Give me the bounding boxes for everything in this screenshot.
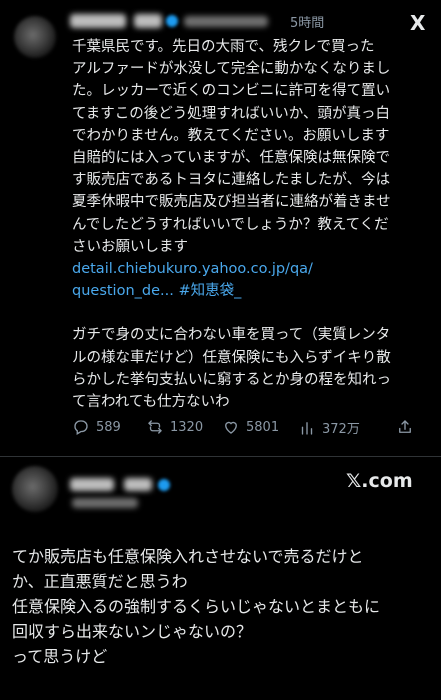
like-count: 5801 [246, 419, 280, 435]
post-comment-line: らかした挙句支払いに窮するとか身の程を知れっ [72, 371, 391, 388]
x-logo-icon: X [410, 11, 426, 35]
share-button[interactable] [396, 418, 414, 436]
view-count: 372万 [322, 422, 360, 437]
reply-avatar[interactable] [12, 466, 58, 512]
post-body-line: んでしたどうすればいいでしょうか？教えてくだ [72, 216, 389, 233]
author-name2-blurred[interactable] [134, 14, 162, 28]
share-icon [399, 420, 411, 433]
post-body-line: 夏季休暇中で販売店及び担当者に連絡が着きませ [72, 194, 391, 211]
reply-line: てか販売店も任意保険入れさせないで売るだけと [12, 547, 364, 566]
post-link[interactable]: detail.chiebukuro.yahoo.co.jp/qa/ [72, 258, 391, 280]
views-button[interactable]: 372万 [298, 418, 360, 437]
x-com-brand[interactable]: 𝕏.com [346, 472, 413, 491]
author-handle-blurred[interactable] [184, 16, 268, 27]
post-body-line: 千葉県民です。先日の大雨で、残クレで買った [72, 39, 375, 55]
post-comment-line: ガチで身の丈に合わない車を買って（実質レンタ [72, 327, 391, 344]
post-body-line: さいお願いします [72, 238, 188, 255]
reply-button[interactable]: 589 [72, 418, 121, 436]
post-body-line: でわかりません。教えてください。お願いします [72, 127, 390, 144]
reply-verified-badge-icon [158, 479, 170, 491]
heart-icon [225, 421, 237, 434]
section-divider [0, 456, 441, 457]
post-body: 千葉県民です。先日の大雨で、残クレで買った アルファードが水没して完全に動かなく… [72, 36, 391, 413]
reply-author-name-blurred[interactable] [70, 478, 114, 491]
reply-line: 回収すら出来ないンじゃないの？ [12, 622, 253, 641]
reply-body: てか販売店も任意保険入れさせないで売るだけと か、正直悪質だと思うわ 任意保険入… [12, 544, 380, 669]
repost-button[interactable]: 1320 [146, 418, 203, 436]
post-body-line: 自賠的には入っていますが、任意保険は無保険で [72, 150, 390, 167]
post-link[interactable]: question_de... #知恵袋_ [72, 280, 391, 302]
repost-count: 1320 [170, 419, 204, 435]
post-body-line: てますこの後どう処理すればいいか、頭が真っ白 [72, 105, 390, 122]
avatar[interactable] [14, 16, 56, 58]
like-button[interactable]: 5801 [222, 418, 279, 436]
reply-line: 任意保険入るの強制するくらいじゃないとまともに [12, 597, 381, 616]
reply-count: 589 [96, 419, 121, 435]
post-time[interactable]: 5時間 [290, 12, 324, 31]
repost-icon [148, 420, 162, 434]
author-name-blurred[interactable] [70, 14, 126, 28]
verified-badge-icon [166, 15, 178, 27]
reply-line: って思うけど [12, 647, 108, 666]
post-body-line: す販売店であるトヨタに連絡したましたが、今は [72, 172, 391, 189]
post-actions: 589 1320 5801 372万 [72, 418, 441, 438]
post-body-line: アルファードが水没して完全に動かなくなりまし [72, 61, 391, 78]
reply-handle-blurred[interactable] [72, 498, 138, 508]
views-chart-icon [301, 421, 313, 435]
reply-line: か、正直悪質だと思うわ [12, 572, 188, 591]
post-body-line: た。レッカーで近くのコンビニに許可を得て置い [72, 83, 391, 100]
reply-author-name2-blurred[interactable] [124, 478, 152, 491]
reply-icon [74, 420, 88, 435]
post-comment-line: て言われても仕方ないわ [72, 394, 230, 411]
post-comment-line: ルの様な車だけど）任意保険にも入らずイキり散 [72, 349, 391, 366]
